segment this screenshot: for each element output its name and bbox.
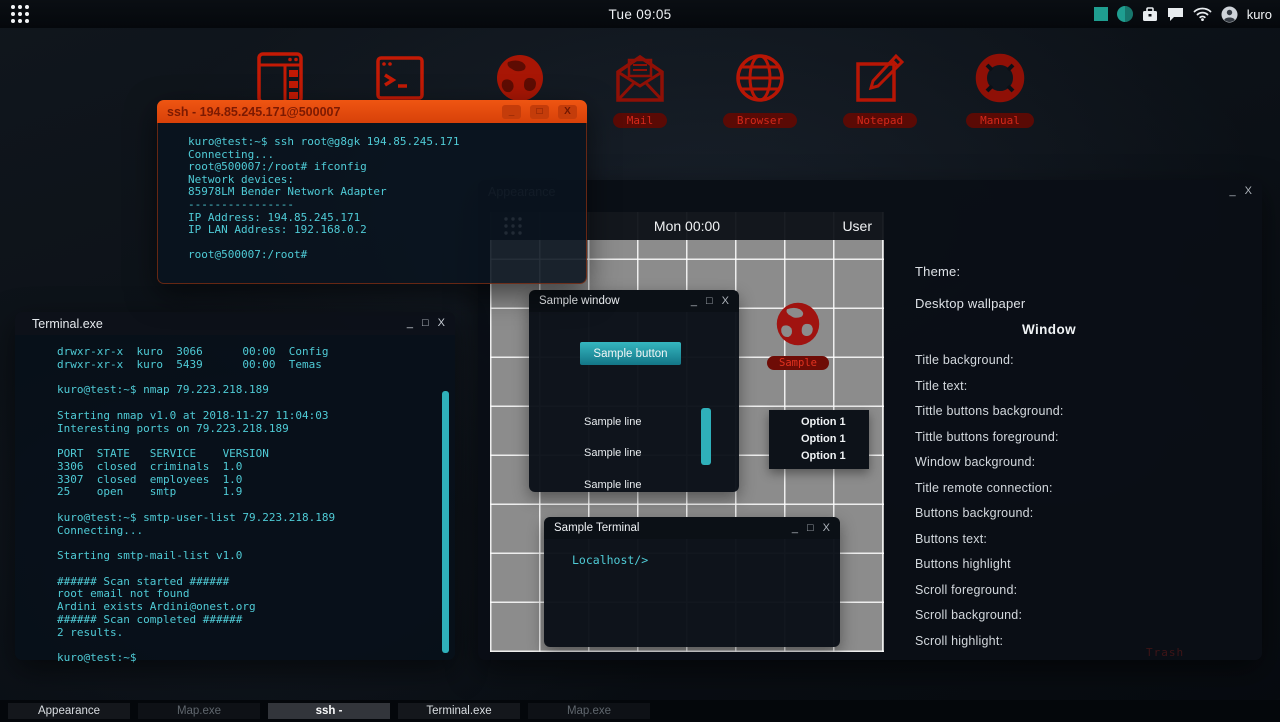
maximize-icon[interactable]: □ [422, 318, 429, 329]
appearance-window: Appearance _ X Mon 00:00 User [478, 180, 1262, 660]
terminal-scrollbar-thumb[interactable] [442, 391, 449, 653]
desktop-icon-label: Notepad [842, 113, 918, 128]
briefcase-icon[interactable] [1142, 6, 1158, 22]
manual-lifebuoy-icon [975, 53, 1025, 103]
setting-label: Scroll highlight: [915, 634, 1004, 648]
minimize-icon[interactable]: _ [1230, 186, 1236, 197]
desktop-icon-label: Browser [722, 113, 798, 128]
tray-square-icon[interactable] [1093, 7, 1108, 21]
desktop-icon-mail[interactable]: Mail [590, 52, 690, 129]
taskbar: Appearance Map.exe ssh - Terminal.exe Ma… [0, 700, 1280, 722]
sample-line[interactable]: Sample line [584, 479, 641, 491]
ssh-output: kuro@test:~$ ssh root@g8gk 194.85.245.17… [188, 135, 460, 262]
desktop-icon-label: Mail [612, 113, 668, 128]
trash-icon-label[interactable]: Trash [1146, 646, 1184, 659]
maximize-icon[interactable]: □ [706, 295, 713, 307]
taskbar-item-appearance[interactable]: Appearance [8, 703, 130, 719]
taskbar-item-ssh[interactable]: ssh - [268, 703, 390, 719]
close-icon[interactable]: X [438, 318, 445, 329]
file-manager-icon [257, 52, 303, 104]
theme-label: Theme: [915, 264, 961, 279]
menu-item[interactable]: Option 1 [769, 431, 869, 448]
close-icon[interactable]: X [558, 104, 577, 119]
setting-label: Window background: [915, 455, 1036, 469]
terminal-output: drwxr-xr-x kuro 3066 00:00 Config drwxr-… [57, 345, 336, 664]
close-icon[interactable]: X [1245, 186, 1252, 197]
appearance-settings-panel: Theme: Custom ▾ ... Desktop wallpaper Du… [884, 212, 1262, 652]
sample-terminal-titlebar[interactable]: Sample Terminal _ □ X [544, 517, 840, 539]
appearance-titlebar[interactable]: Appearance _ X [478, 180, 1262, 203]
notepad-icon [856, 53, 905, 102]
sample-scrollbar-thumb[interactable] [701, 408, 711, 465]
setting-label: Buttons background: [915, 506, 1034, 520]
window-title: Sample Terminal [554, 522, 640, 534]
desktop-icon-terminal[interactable] [350, 55, 450, 106]
sample-icon-label: Sample [767, 356, 829, 370]
setting-label: Title remote connection: [915, 481, 1053, 495]
system-tray: kuro [1093, 0, 1272, 28]
top-status-bar: Tue 09:05 kuro [0, 0, 1280, 28]
user-avatar-icon[interactable] [1221, 6, 1238, 23]
window-title: Appearance [488, 185, 1230, 199]
chat-icon[interactable] [1167, 7, 1184, 22]
taskbar-item-terminal[interactable]: Terminal.exe [398, 703, 520, 719]
ssh-titlebar[interactable]: ssh - 194.85.245.171@500007 _ □ X [157, 100, 587, 123]
desktop-icon-notepad[interactable]: Notepad [830, 52, 930, 129]
setting-label: Buttons highlight [915, 557, 1011, 571]
desktop-icon-browser[interactable]: Browser [710, 52, 810, 129]
maximize-icon[interactable]: □ [530, 104, 549, 119]
section-title: Window [1021, 322, 1076, 337]
minimize-icon[interactable]: _ [792, 522, 798, 534]
setting-label: Tittle buttons foreground: [915, 430, 1059, 444]
sample-window-titlebar[interactable]: Sample window _ □ X [529, 290, 739, 312]
map-globe-icon [497, 55, 543, 101]
taskbar-item-map[interactable]: Map.exe [138, 703, 260, 719]
sample-terminal-window: Sample Terminal _ □ X Localhost/> [544, 517, 840, 647]
desktop: Mail Browser Notepad Manual _ X Mon 00:0… [0, 0, 1280, 722]
window-title: Sample window [539, 295, 620, 307]
terminal-icon [376, 56, 424, 100]
setting-label: Tittle buttons background: [915, 404, 1064, 418]
clock: Tue 09:05 [608, 6, 672, 22]
terminal-titlebar[interactable]: Terminal.exe _ □ X [15, 312, 455, 335]
preview-sample-icon[interactable]: Sample [748, 300, 848, 371]
sample-window: Sample window _ □ X Sample button Sample… [529, 290, 739, 492]
sample-line[interactable]: Sample line [584, 447, 641, 459]
ssh-window: ssh - 194.85.245.171@500007 _ □ X kuro@t… [157, 100, 587, 284]
maximize-icon[interactable]: □ [807, 522, 814, 534]
wallpaper-label: Desktop wallpaper [915, 296, 1026, 311]
browser-globe-icon [736, 54, 784, 102]
sample-terminal-prompt: Localhost/> [572, 553, 649, 567]
terminal-window: Terminal.exe _ □ X drwxr-xr-x kuro 3066 … [15, 312, 455, 664]
minimize-icon[interactable]: _ [502, 104, 521, 119]
sample-context-menu: Option 1 Option 1 Option 1 [769, 410, 869, 469]
menu-item[interactable]: Option 1 [769, 448, 869, 465]
setting-label: Title text: [915, 379, 968, 393]
close-icon[interactable]: X [823, 522, 830, 534]
sample-button[interactable]: Sample button [580, 342, 681, 365]
desktop-icon-manual[interactable]: Manual [950, 52, 1050, 129]
taskbar-item-map-2[interactable]: Map.exe [528, 703, 650, 719]
tray-circle-icon[interactable] [1116, 6, 1133, 22]
setting-label: Title background: [915, 353, 1014, 367]
setting-label: Buttons text: [915, 532, 988, 546]
setting-label: Scroll foreground: [915, 583, 1018, 597]
wifi-icon[interactable] [1193, 7, 1212, 21]
minimize-icon[interactable]: _ [407, 318, 413, 329]
desktop-icon-label: Manual [966, 113, 1034, 128]
close-icon[interactable]: X [722, 295, 729, 307]
username: kuro [1246, 6, 1272, 22]
desktop-icon-file-manager[interactable] [230, 50, 330, 107]
minimize-icon[interactable]: _ [691, 295, 697, 307]
sample-globe-icon [776, 302, 820, 346]
menu-item[interactable]: Option 1 [769, 414, 869, 431]
sample-line[interactable]: Sample line [584, 416, 641, 428]
mail-icon [616, 54, 664, 102]
setting-label: Scroll background: [915, 608, 1023, 622]
window-title: ssh - 194.85.245.171@500007 [167, 104, 341, 119]
window-title: Terminal.exe [32, 316, 103, 331]
